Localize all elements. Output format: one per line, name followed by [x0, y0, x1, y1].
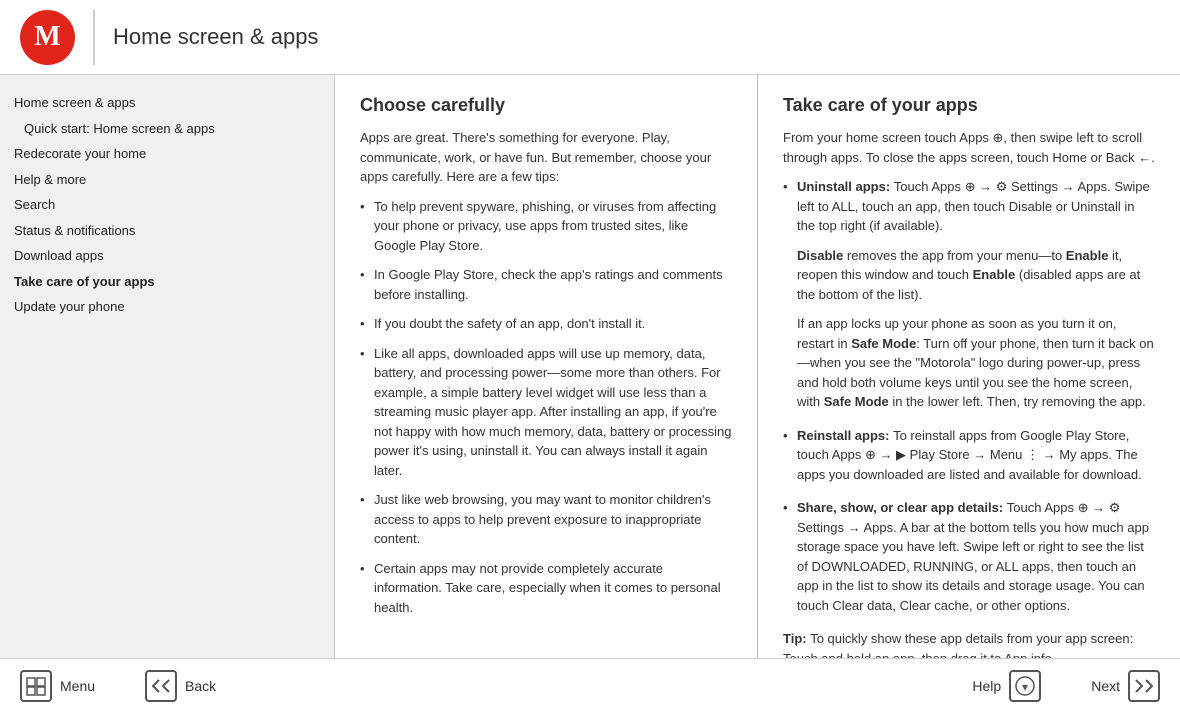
- header-divider: [93, 10, 95, 65]
- motorola-logo: M: [20, 10, 75, 65]
- left-panel-list: To help prevent spyware, phishing, or vi…: [360, 197, 732, 618]
- right-section-uninstall: • Uninstall apps: Touch Apps ⊕ → ⚙ Setti…: [783, 177, 1155, 412]
- main-content: Home screen & appsQuick start: Home scre…: [0, 75, 1180, 658]
- right-panel-intro: From your home screen touch Apps ⊕, then…: [783, 128, 1155, 167]
- list-item: To help prevent spyware, phishing, or vi…: [360, 197, 732, 256]
- sidebar-item-take-care-apps[interactable]: Take care of your apps: [8, 269, 326, 295]
- right-section-share: • Share, show, or clear app details: Tou…: [783, 498, 1155, 615]
- back-label: Back: [185, 678, 216, 694]
- list-item: In Google Play Store, check the app's ra…: [360, 265, 732, 304]
- right-section-tip: Tip: To quickly show these app details f…: [783, 629, 1155, 658]
- sidebar-item-help-more[interactable]: Help & more: [8, 167, 326, 193]
- next-label: Next: [1091, 678, 1120, 694]
- page-wrapper: M Home screen & apps Home screen & appsQ…: [0, 0, 1180, 713]
- help-icon: ▾: [1009, 670, 1041, 702]
- sidebar-item-quick-start[interactable]: Quick start: Home screen & apps: [8, 116, 326, 142]
- sidebar-item-redecorate[interactable]: Redecorate your home: [8, 141, 326, 167]
- left-panel-title: Choose carefully: [360, 95, 732, 116]
- header: M Home screen & apps: [0, 0, 1180, 75]
- list-item: If you doubt the safety of an app, don't…: [360, 314, 732, 334]
- footer: Menu Back Help ▾ Next: [0, 658, 1180, 713]
- menu-label: Menu: [60, 678, 95, 694]
- menu-button[interactable]: Menu: [20, 670, 95, 702]
- list-item: Certain apps may not provide completely …: [360, 559, 732, 618]
- back-icon: [145, 670, 177, 702]
- help-button[interactable]: Help ▾: [972, 670, 1041, 702]
- sidebar-item-status-notifications[interactable]: Status & notifications: [8, 218, 326, 244]
- svg-text:▾: ▾: [1022, 680, 1028, 694]
- footer-right: Help ▾ Next: [972, 670, 1160, 702]
- left-panel-intro: Apps are great. There's something for ev…: [360, 128, 732, 187]
- sidebar: Home screen & appsQuick start: Home scre…: [0, 75, 335, 658]
- back-button[interactable]: Back: [145, 670, 216, 702]
- sidebar-item-update-phone[interactable]: Update your phone: [8, 294, 326, 320]
- list-item: Like all apps, downloaded apps will use …: [360, 344, 732, 481]
- left-panel-body: Apps are great. There's something for ev…: [360, 128, 732, 617]
- right-panel: Take care of your apps From your home sc…: [758, 75, 1180, 658]
- list-item: Just like web browsing, you may want to …: [360, 490, 732, 549]
- menu-icon: [20, 670, 52, 702]
- page-title: Home screen & apps: [113, 24, 318, 50]
- right-panel-body: From your home screen touch Apps ⊕, then…: [783, 128, 1155, 658]
- next-button[interactable]: Next: [1091, 670, 1160, 702]
- sidebar-item-search[interactable]: Search: [8, 192, 326, 218]
- left-panel: Choose carefully Apps are great. There's…: [335, 75, 758, 658]
- right-panel-title: Take care of your apps: [783, 95, 1155, 116]
- content-area: Choose carefully Apps are great. There's…: [335, 75, 1180, 658]
- right-section-reinstall: • Reinstall apps: To reinstall apps from…: [783, 426, 1155, 485]
- next-icon: [1128, 670, 1160, 702]
- sidebar-item-home-screen-apps[interactable]: Home screen & apps: [8, 90, 326, 116]
- logo-letter: M: [34, 21, 60, 53]
- help-label: Help: [972, 678, 1001, 694]
- sidebar-item-download-apps[interactable]: Download apps: [8, 243, 326, 269]
- footer-left: Menu Back: [20, 670, 216, 702]
